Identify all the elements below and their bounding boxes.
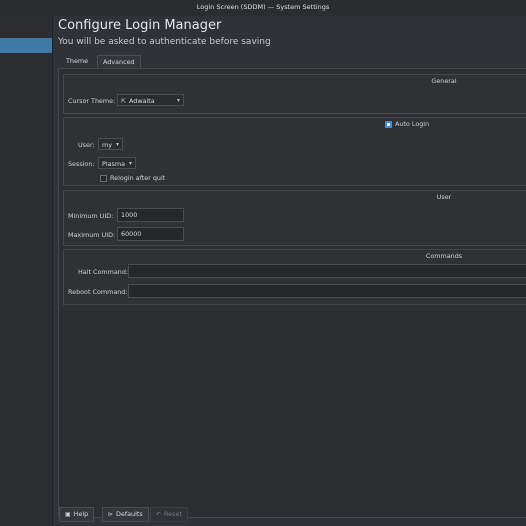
max-uid-label: Maximum UID: [68, 231, 116, 239]
cursor-theme-value: Adwaita [129, 97, 155, 105]
user-label: User: [78, 141, 95, 149]
reboot-command-field[interactable] [128, 284, 526, 298]
page-title: Configure Login Manager [58, 18, 222, 33]
cursor-theme-select[interactable]: ⇱ Adwaita ▾ [117, 94, 184, 106]
main-content: Configure Login Manager You will be aske… [53, 16, 526, 526]
reset-button-label: Reset [164, 510, 182, 518]
chevron-down-icon: ▾ [115, 141, 119, 148]
user-group: User Minimum UID: 1000 Maximum UID: 6000… [63, 190, 526, 246]
sidebar [0, 16, 53, 526]
halt-command-label: Halt Command: [78, 268, 129, 276]
tab-advanced[interactable]: Advanced [97, 55, 141, 69]
general-group: General Cursor Theme: ⇱ Adwaita ▾ [63, 74, 526, 114]
defaults-icon: ⊳ [108, 511, 114, 518]
session-select[interactable]: Plasma ▾ [98, 157, 136, 169]
relogin-label: Relogin after quit [110, 174, 166, 182]
relogin-checkbox[interactable] [100, 175, 107, 182]
autologin-group: Auto Login User: my ▾ Session: Plasma ▾ … [63, 117, 526, 186]
chevron-down-icon: ▾ [176, 97, 180, 104]
max-uid-value: 60000 [121, 230, 142, 238]
window-title: Login Screen (SDDM) — System Settings [196, 3, 330, 11]
min-uid-value: 1000 [121, 211, 138, 219]
help-icon: ▣ [65, 511, 71, 518]
commands-group-title: Commands [425, 252, 463, 260]
max-uid-field[interactable]: 60000 [117, 227, 184, 241]
min-uid-label: Minimum UID: [68, 212, 114, 220]
advanced-panel: General Cursor Theme: ⇱ Adwaita ▾ Auto Lo… [58, 68, 526, 518]
cursor-icon: ⇱ [121, 98, 127, 105]
help-button-label: Help [73, 510, 89, 518]
reboot-command-label: Reboot Command: [68, 288, 128, 296]
defaults-button[interactable]: ⊳ Defaults [102, 507, 149, 522]
session-label: Session: [68, 160, 95, 168]
sidebar-item-selected[interactable] [0, 38, 52, 53]
general-group-title: General [431, 77, 457, 85]
user-group-title: User [436, 193, 452, 201]
autologin-checkbox[interactable] [385, 121, 392, 128]
help-button[interactable]: ▣ Help [59, 507, 95, 522]
reset-button[interactable]: ↶ Reset [150, 507, 188, 522]
chevron-down-icon: ▾ [128, 160, 132, 167]
user-value: my [102, 141, 113, 149]
halt-command-field[interactable] [128, 264, 526, 278]
session-value: Plasma [102, 160, 126, 168]
min-uid-field[interactable]: 1000 [117, 208, 184, 222]
tab-theme[interactable]: Theme [61, 55, 93, 68]
user-select[interactable]: my ▾ [98, 138, 123, 150]
reset-icon: ↶ [156, 511, 162, 518]
cursor-theme-label: Cursor Theme: [68, 97, 116, 105]
page-subtitle: You will be asked to authenticate before… [58, 37, 271, 47]
commands-group: Commands Halt Command: Reboot Command: [63, 249, 526, 305]
window-titlebar[interactable]: Login Screen (SDDM) — System Settings [0, 0, 526, 17]
autologin-label: Auto Login [395, 120, 430, 128]
defaults-button-label: Defaults [116, 510, 143, 518]
